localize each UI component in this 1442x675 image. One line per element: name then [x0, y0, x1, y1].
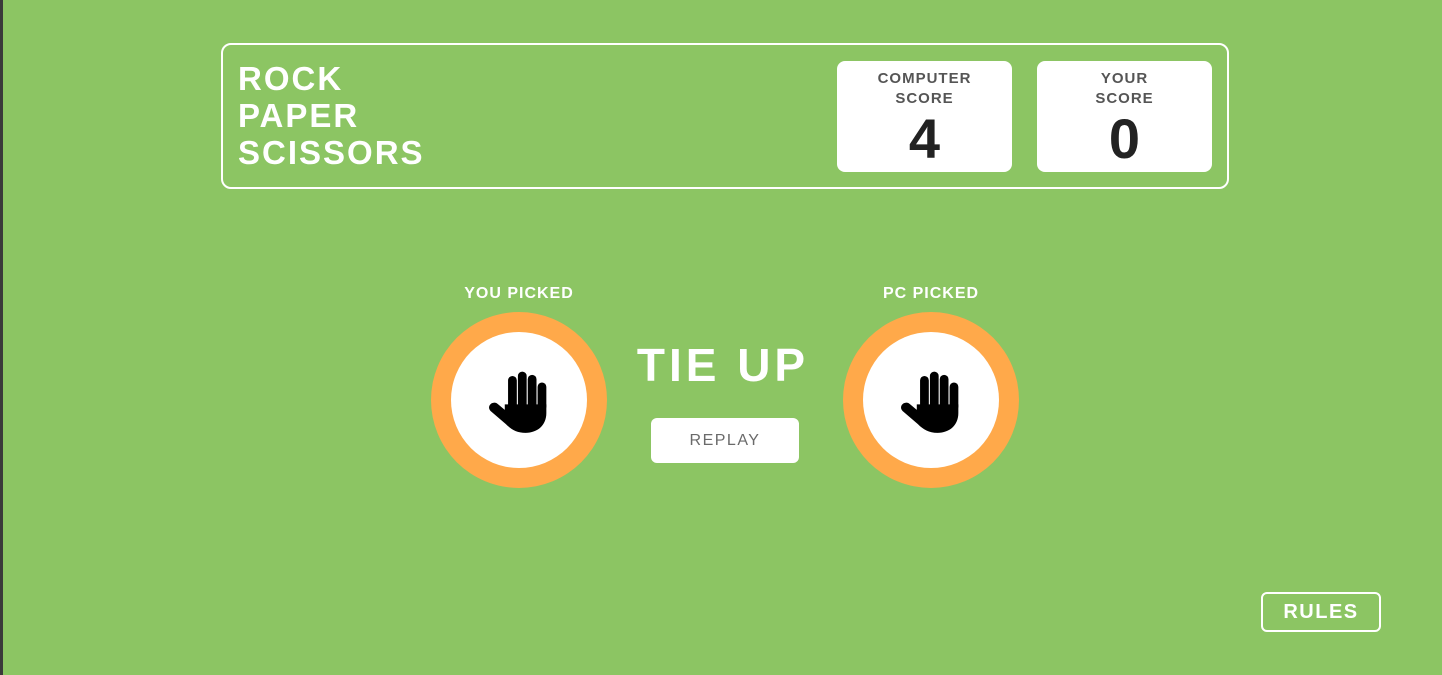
- computer-score-label-line-1: COMPUTER: [877, 70, 972, 87]
- title-line-paper: PAPER: [238, 97, 360, 134]
- pc-pick-circle: [843, 312, 1019, 488]
- your-score-label-line-1: YOUR: [1100, 70, 1149, 87]
- scoreboard-header: ROCK PAPER SCISSORS COMPUTER SCORE 4 YOU…: [221, 43, 1229, 189]
- title-line-rock: ROCK: [238, 60, 344, 97]
- your-score-label: YOUR SCORE: [1037, 69, 1212, 109]
- replay-button[interactable]: REPLAY: [651, 418, 799, 463]
- your-pick-circle: [431, 312, 607, 488]
- computer-score-label: COMPUTER SCORE: [837, 69, 1012, 109]
- computer-score-card: COMPUTER SCORE 4: [837, 61, 1012, 172]
- pc-picked-label: PC PICKED: [882, 285, 980, 302]
- title-line-scissors: SCISSORS: [238, 134, 425, 171]
- your-score-value: 0: [1108, 107, 1141, 170]
- hand-paper-icon: [489, 371, 547, 433]
- your-pick-inner: [451, 332, 587, 468]
- you-picked-label: YOU PICKED: [464, 285, 574, 302]
- computer-score-value: 4: [908, 107, 941, 170]
- hand-paper-icon: [901, 371, 959, 433]
- computer-score-label-line-2: SCORE: [895, 90, 954, 107]
- result-text: TIE UP: [636, 339, 810, 391]
- your-score-card: YOUR SCORE 0: [1037, 61, 1212, 172]
- your-score-label-line-2: SCORE: [1095, 90, 1154, 107]
- game-title: ROCK PAPER SCISSORS: [238, 60, 425, 171]
- rules-button[interactable]: RULES: [1261, 592, 1381, 632]
- pc-pick-inner: [863, 332, 999, 468]
